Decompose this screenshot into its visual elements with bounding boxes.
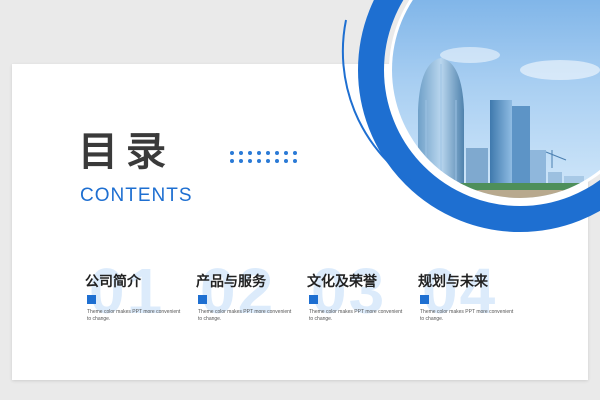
item-marker [87,295,96,304]
contents-item-1[interactable]: 01 公司简介 Theme color makes PPT more conve… [85,255,197,335]
item-description: Theme color makes PPT more convenient to… [309,309,403,322]
item-description: Theme color makes PPT more convenient to… [87,309,181,322]
item-title: 文化及荣誉 [307,274,377,290]
page-title: 目录 [78,129,174,175]
contents-item-2[interactable]: 02 产品与服务 Theme color makes PPT more conv… [196,255,308,335]
dots-decoration [230,151,298,163]
page-subtitle: CONTENTS [80,185,193,206]
item-title: 公司简介 [85,274,141,290]
item-description: Theme color makes PPT more convenient to… [198,309,292,322]
item-description: Theme color makes PPT more convenient to… [420,309,514,322]
item-marker [198,295,207,304]
item-marker [420,295,429,304]
contents-item-3[interactable]: 03 文化及荣誉 Theme color makes PPT more conv… [307,255,419,335]
item-title: 产品与服务 [196,274,266,290]
item-marker [309,295,318,304]
contents-item-4[interactable]: 04 规划与未来 Theme color makes PPT more conv… [418,255,530,335]
item-title: 规划与未来 [418,274,488,290]
